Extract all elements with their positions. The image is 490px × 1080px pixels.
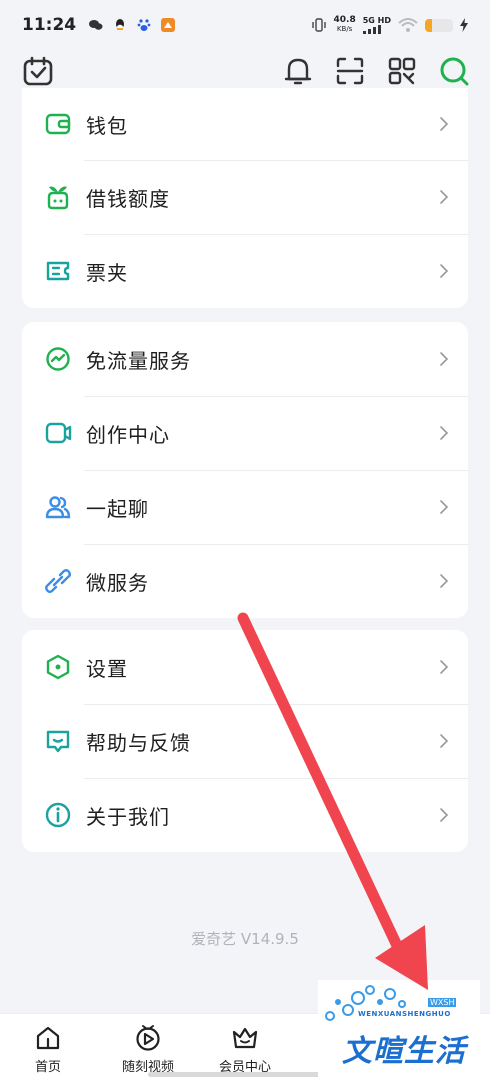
app-notification-icon [161,18,176,32]
chevron-right-icon [440,352,449,366]
wallet-icon [45,113,71,135]
network-type: 5G HD [362,15,391,25]
menu-item-loan-quota[interactable]: 借钱额度 [22,160,468,234]
menu-group-services: 免流量服务 创作中心 一起聊 微服务 [22,322,468,618]
chevron-right-icon [440,500,449,514]
chevron-right-icon [440,808,449,822]
nav-vip-center[interactable]: 会员中心 [195,1014,295,1080]
nav-suike-video[interactable]: 随刻视频 [98,1014,198,1080]
menu-item-micro-services[interactable]: 微服务 [22,544,468,618]
net-speed: 40.8 KB/s [334,16,356,34]
chevron-right-icon [440,574,449,588]
menu-item-label: 钱包 [86,113,128,138]
chat-icon [46,730,70,753]
ticket-icon [46,261,70,281]
play-circle-icon [136,1025,160,1051]
nav-home[interactable]: 首页 [0,1014,98,1080]
watermark-logo: WXSH WENXUANSHENGHUO 文暄生活 [318,980,480,1080]
vibrate-icon [311,18,326,32]
home-icon [36,1026,60,1050]
video-camera-icon [45,422,72,444]
chevron-right-icon [440,190,449,204]
menu-item-label: 借钱额度 [86,186,170,211]
menu-item-label: 微服务 [86,570,149,595]
watermark-subtitle: WENXUANSHENGHUO [358,1010,451,1018]
hexagon-icon [46,654,70,680]
link-icon [45,569,71,593]
network-indicator: 5G HD [362,15,391,34]
calendar-check-icon[interactable] [21,54,55,88]
menu-group-finance: 钱包 借钱额度 票夹 [22,88,468,308]
charging-icon [460,18,468,32]
battery-indicator [425,18,453,32]
menu-item-free-data[interactable]: 免流量服务 [22,322,468,396]
wifi-icon [398,18,418,32]
nav-label: 首页 [34,1060,61,1075]
qr-code-icon[interactable] [385,54,419,88]
status-bar: 11:24 40.8 KB/s 5G HD [0,0,490,50]
net-speed-value: 40.8 [333,15,356,25]
traffic-icon [46,347,70,371]
menu-item-ticket-wallet[interactable]: 票夹 [22,234,468,308]
menu-item-wallet[interactable]: 钱包 [22,88,468,160]
menu-item-label: 免流量服务 [86,348,191,373]
menu-item-label: 设置 [86,656,128,681]
menu-item-label: 一起聊 [86,496,149,521]
menu-item-creator-center[interactable]: 创作中心 [22,396,468,470]
menu-item-chat-together[interactable]: 一起聊 [22,470,468,544]
menu-item-about-us[interactable]: 关于我们 [22,778,468,852]
menu-item-label: 关于我们 [86,804,170,829]
menu-item-label: 票夹 [86,260,128,285]
chevron-right-icon [440,117,449,131]
status-time: 11:24 [22,15,77,35]
scan-icon[interactable] [333,54,367,88]
menu-item-label: 创作中心 [86,422,170,447]
menu-item-help-feedback[interactable]: 帮助与反馈 [22,704,468,778]
signal-icon [362,24,381,34]
qq-icon [116,19,125,30]
crown-icon [232,1027,258,1049]
chevron-right-icon [440,660,449,674]
people-icon [45,496,71,519]
menu-item-label: 帮助与反馈 [86,730,191,755]
wechat-icon [89,20,103,30]
chevron-right-icon [440,426,449,440]
watermark-title: 文暄生活 [342,1034,466,1069]
home-indicator [148,1072,342,1077]
baidu-icon [137,19,151,31]
net-speed-unit: KB/s [336,25,353,33]
sprout-icon [47,186,69,210]
watermark-badge: WXSH [428,998,457,1007]
chevron-right-icon [440,734,449,748]
menu-group-general: 设置 帮助与反馈 关于我们 [22,630,468,852]
chevron-right-icon [440,264,449,278]
bell-icon[interactable] [281,54,315,88]
info-icon [45,802,71,828]
app-version: 爱奇艺 V14.9.5 [191,930,299,948]
search-icon[interactable] [437,54,471,88]
menu-item-settings[interactable]: 设置 [22,630,468,704]
